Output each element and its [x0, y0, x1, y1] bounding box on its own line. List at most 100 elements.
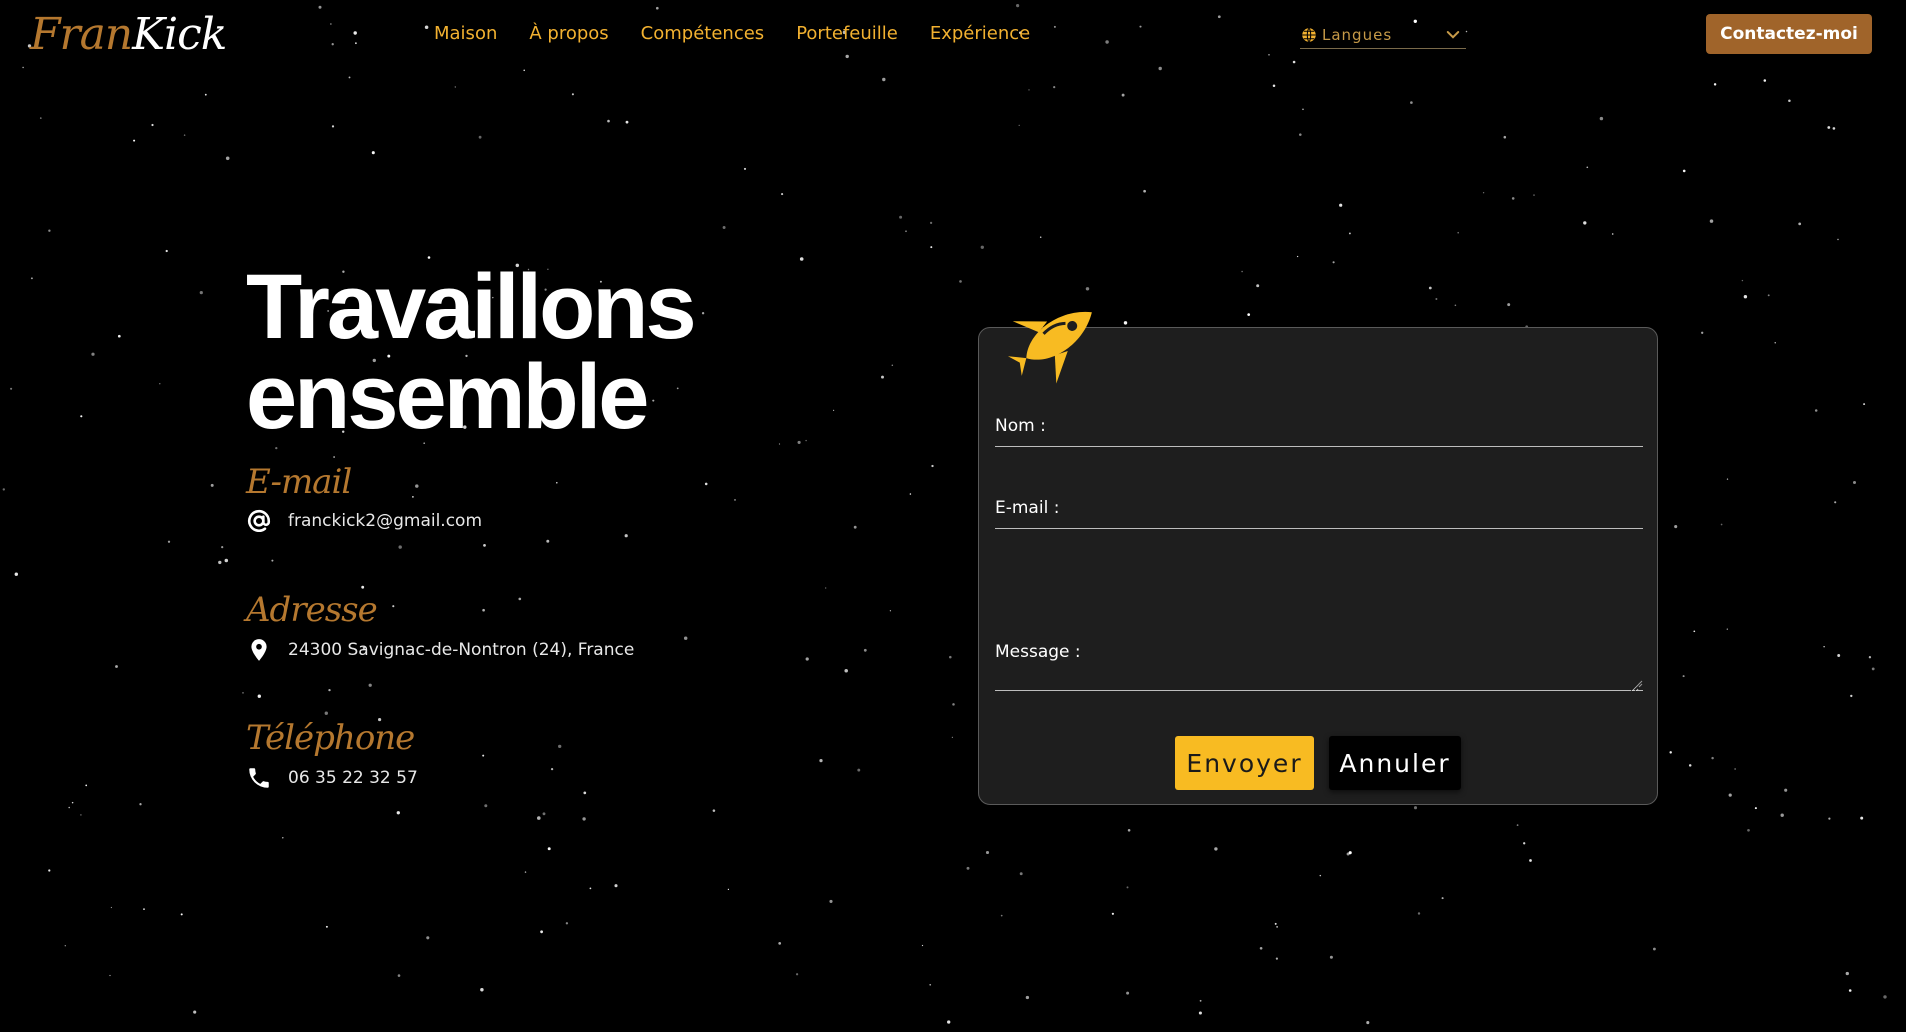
star	[1417, 912, 1421, 915]
star	[829, 899, 833, 903]
star	[905, 230, 907, 233]
star	[331, 43, 334, 46]
star	[1000, 914, 1003, 917]
star	[224, 558, 229, 563]
star	[80, 814, 82, 816]
star	[1247, 313, 1251, 316]
star	[330, 23, 332, 25]
nav-item-portefeuille[interactable]: Portefeuille	[796, 22, 898, 46]
email-input[interactable]	[1085, 494, 1639, 528]
star	[1743, 295, 1748, 299]
star	[1241, 270, 1243, 273]
star	[583, 791, 587, 795]
nav-item-competences[interactable]: Compétences	[641, 22, 765, 46]
nav-item-experience[interactable]: Expérience	[930, 22, 1030, 46]
star	[1734, 768, 1736, 770]
star	[1711, 756, 1714, 760]
star	[426, 936, 430, 940]
star	[80, 415, 83, 418]
star	[353, 31, 357, 35]
resize-grip-icon[interactable]	[1633, 678, 1643, 688]
name-input[interactable]	[1085, 412, 1639, 446]
star	[931, 464, 934, 468]
star	[797, 440, 801, 444]
star	[558, 744, 562, 749]
star	[1747, 828, 1750, 832]
star	[454, 86, 456, 88]
star	[1728, 793, 1732, 797]
page-title-line1: Travaillons	[246, 256, 697, 358]
star	[655, 6, 659, 10]
star	[1713, 83, 1717, 86]
star	[614, 884, 618, 888]
star	[899, 215, 903, 219]
star	[1837, 238, 1839, 241]
star	[159, 383, 161, 385]
message-label: Message :	[995, 642, 1081, 662]
star	[48, 229, 51, 232]
star	[324, 711, 328, 715]
star	[91, 352, 95, 356]
nav-item-a-propos[interactable]: À propos	[529, 22, 608, 46]
star	[1296, 255, 1299, 258]
star	[1523, 842, 1526, 845]
star	[482, 608, 485, 612]
logo[interactable]: FranKick	[30, 10, 227, 60]
cancel-button[interactable]: Annuler	[1329, 736, 1461, 790]
star	[857, 768, 861, 772]
star	[1784, 788, 1788, 792]
star	[1599, 116, 1604, 121]
email-value[interactable]: franckick2@gmail.com	[288, 509, 482, 533]
nav-item-maison[interactable]: Maison	[434, 22, 497, 46]
star	[333, 456, 335, 458]
star	[1726, 628, 1728, 630]
star	[328, 688, 331, 692]
star	[143, 908, 145, 910]
language-select-label: Langues	[1322, 26, 1393, 44]
star	[1611, 233, 1614, 235]
star	[845, 54, 849, 59]
star	[71, 801, 74, 804]
message-textarea[interactable]	[1085, 610, 1639, 692]
star	[980, 245, 984, 249]
language-select[interactable]: Langues	[1300, 22, 1466, 49]
phone-value[interactable]: 06 35 22 32 57	[288, 766, 418, 790]
star	[424, 25, 429, 29]
star	[1863, 403, 1866, 406]
star	[1482, 192, 1485, 194]
star	[225, 156, 230, 161]
star	[210, 483, 214, 487]
star	[397, 974, 401, 977]
star	[1143, 189, 1146, 193]
contact-me-button[interactable]: Contactez-moi	[1706, 14, 1872, 54]
star	[582, 817, 586, 821]
star	[1457, 231, 1459, 234]
star	[683, 636, 688, 640]
star	[781, 193, 784, 196]
star	[1814, 409, 1818, 412]
star	[799, 257, 804, 261]
star	[1217, 15, 1221, 19]
star	[361, 585, 365, 589]
star	[1669, 751, 1672, 754]
star	[478, 135, 482, 139]
star	[480, 987, 484, 992]
star	[1346, 852, 1350, 856]
star	[1828, 817, 1831, 820]
star	[565, 922, 569, 925]
star	[547, 847, 551, 851]
star	[537, 816, 541, 820]
star	[701, 312, 705, 315]
star	[204, 93, 207, 96]
star	[542, 812, 546, 816]
star	[1883, 995, 1887, 999]
star	[1259, 946, 1263, 950]
star	[889, 610, 892, 612]
star	[1754, 807, 1757, 810]
star	[392, 605, 395, 608]
send-button[interactable]: Envoyer	[1175, 736, 1314, 790]
star	[484, 804, 488, 808]
star	[325, 925, 328, 928]
star	[1123, 321, 1128, 325]
star	[1709, 219, 1714, 223]
